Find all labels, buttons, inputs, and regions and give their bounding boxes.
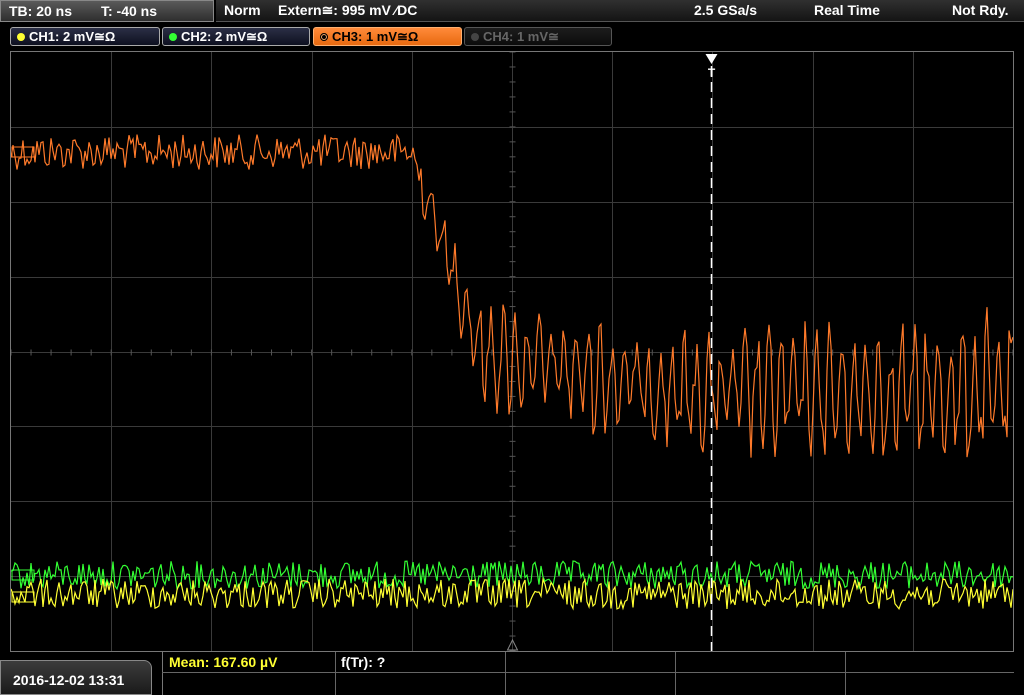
measurement-divider (162, 672, 1014, 673)
channel-3-dot-icon (320, 32, 328, 41)
measurement-divider (675, 652, 676, 695)
channel-1-button[interactable]: CH1: 2 mV≅Ω (10, 27, 160, 46)
timebase-panel[interactable]: TB: 20 ns T: -40 ns (0, 0, 214, 22)
acquisition-panel[interactable]: Norm Extern≅: 995 mV ⁄DC 2.5 GSa/s Real … (216, 0, 1024, 22)
channel-3-button[interactable]: CH3: 1 mV≅Ω (313, 27, 462, 46)
waveform-display[interactable]: T (10, 51, 1014, 652)
trigger-mode[interactable]: Norm (224, 2, 261, 18)
channel-4-dot-icon (471, 32, 479, 41)
bottom-bar: 2016-12-02 13:31 Mean: 167.60 µV f(Tr): … (0, 652, 1024, 695)
trigger-position-icon[interactable] (705, 54, 718, 64)
channel-1-dot-icon (17, 32, 25, 41)
timebase-readout[interactable]: TB: 20 ns (9, 3, 72, 19)
acquisition-mode: Real Time (814, 2, 880, 18)
channel-4-button[interactable]: CH4: 1 mV≅ (464, 27, 612, 46)
trigger-source[interactable]: Extern≅: 995 mV ⁄DC (278, 2, 417, 19)
channel-4-label: CH4: 1 mV≅ (483, 29, 559, 44)
measurement-panel[interactable]: Mean: 167.60 µV f(Tr): ? (162, 652, 1015, 695)
channel-3-label: CH3: 1 mV≅Ω (332, 29, 419, 44)
channel-2-dot-icon (169, 32, 177, 41)
mean-measurement[interactable]: Mean: 167.60 µV (169, 654, 277, 670)
channel-1-label: CH1: 2 mV≅Ω (29, 29, 116, 44)
channel-2-label: CH2: 2 mV≅Ω (181, 29, 268, 44)
status-bar: TB: 20 ns T: -40 ns Norm Extern≅: 995 mV… (0, 0, 1024, 24)
measurement-divider (505, 652, 506, 695)
ftr-measurement[interactable]: f(Tr): ? (341, 654, 385, 670)
channel-2-button[interactable]: CH2: 2 mV≅Ω (162, 27, 310, 46)
waveform-canvas: T (11, 52, 1013, 651)
acquisition-state: Not Rdy. (952, 2, 1009, 18)
trigger-offset-readout[interactable]: T: -40 ns (101, 3, 157, 19)
measurement-divider (335, 652, 336, 695)
date-time-display: 2016-12-02 13:31 (0, 660, 152, 695)
measurement-divider (845, 652, 846, 695)
channel-bar: CH1: 2 mV≅Ω CH2: 2 mV≅Ω CH3: 1 mV≅Ω CH4:… (0, 24, 1024, 48)
sample-rate: 2.5 GSa/s (694, 2, 758, 18)
trigger-label: T (708, 66, 716, 80)
